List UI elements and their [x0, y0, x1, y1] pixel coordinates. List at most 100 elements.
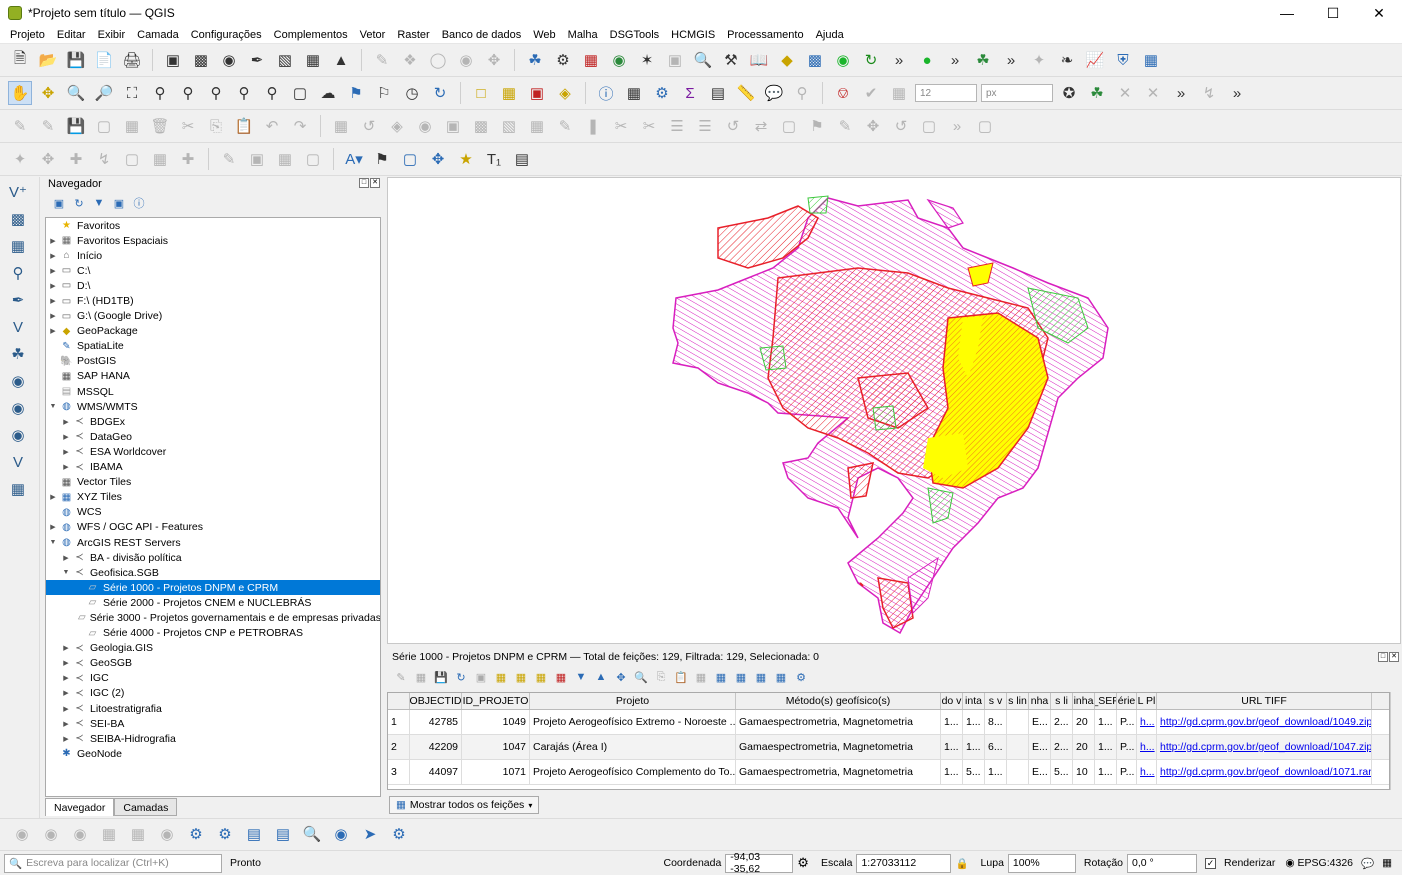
new-3d-view-icon[interactable]: ☁ [316, 81, 340, 105]
column-header[interactable]: s v [985, 693, 1007, 709]
table-cell[interactable]: 8... [985, 710, 1007, 734]
expand-arrow-icon[interactable]: ▼ [62, 569, 70, 576]
digitize-icon[interactable]: ✎ [370, 48, 394, 72]
table-cell[interactable]: 44097 [410, 760, 462, 784]
row-number[interactable]: 2 [388, 735, 410, 759]
browser-item[interactable]: ▱ Série 1000 - Projetos DNPM e CPRM [46, 580, 380, 596]
text-label-icon[interactable]: T₁ [482, 147, 506, 171]
snap-unit-select[interactable]: px [981, 84, 1053, 102]
change-label-icon[interactable]: ▢ [917, 114, 941, 138]
browser-item[interactable]: ▶ ≺ Litoestratigrafia [46, 701, 380, 716]
column-header[interactable]: Projeto [530, 693, 736, 709]
bookmark-icon[interactable]: ⚑ [344, 81, 368, 105]
rotation-field[interactable]: 0,0 ° [1127, 853, 1198, 873]
crs-value[interactable]: EPSG:4326 [1298, 857, 1353, 869]
table-cell[interactable]: 1... [1095, 760, 1117, 784]
menu-complementos[interactable]: Complementos [268, 29, 354, 41]
field-calculator-icon[interactable]: ▦ [733, 669, 749, 685]
column-header[interactable]: L Pl [1137, 693, 1157, 709]
row-number[interactable]: 3 [388, 760, 410, 784]
url-link[interactable]: http://gd.cprm.gov.br/geof_download/1047… [1157, 735, 1372, 759]
column-header[interactable]: URL TIFF [1157, 693, 1372, 709]
table-cell[interactable]: Gamaespectrometria, Magnetometria [736, 760, 941, 784]
snap-area-icon[interactable]: ▦ [273, 147, 297, 171]
table-cell[interactable]: P... [1117, 710, 1137, 734]
zoom-to-selected-icon[interactable]: 🔍 [633, 669, 649, 685]
add-feature-icon[interactable]: ▢ [92, 114, 116, 138]
browser-item[interactable]: ▤ MSSQL [46, 384, 380, 399]
browser-item[interactable]: ▶ ≺ IGC (2) [46, 686, 380, 701]
table-cell[interactable]: 1049 [462, 710, 530, 734]
menu-processamento[interactable]: Processamento [721, 29, 809, 41]
conditional-format-icon[interactable]: ▦ [753, 669, 769, 685]
menu-projeto[interactable]: Projeto [4, 29, 51, 41]
menu-vetor[interactable]: Vetor [354, 29, 392, 41]
browser-item[interactable]: ◍ WCS [46, 505, 380, 520]
show-all-features-button[interactable]: ▦ Mostrar todos os feições ▾ [389, 796, 540, 814]
expand-arrow-icon[interactable]: ▶ [62, 674, 70, 682]
browser-item[interactable]: ▦ Vector Tiles [46, 475, 380, 490]
browser-item[interactable]: ▶ ▭ G:\ (Google Drive) [46, 309, 380, 324]
column-header[interactable]: OBJECTID [410, 693, 462, 709]
add-wcs-layer-icon[interactable]: ◉ [4, 396, 32, 420]
expand-arrow-icon[interactable]: ▶ [62, 720, 70, 728]
column-header[interactable]: érie [1117, 693, 1137, 709]
table-cell[interactable]: E... [1029, 735, 1051, 759]
column-header[interactable]: ID_PROJETO [462, 693, 530, 709]
pin-label-icon[interactable]: ⚑ [370, 147, 394, 171]
python-icon[interactable]: ☘ [523, 48, 547, 72]
processing-icon[interactable]: ⚙ [551, 48, 575, 72]
table-cell[interactable]: P... [1117, 735, 1137, 759]
add-spatialite-layer-icon[interactable]: ✒ [4, 288, 32, 312]
pan-to-selection-icon[interactable]: ✥ [36, 81, 60, 105]
edit-pencil-icon[interactable]: ✎ [8, 114, 32, 138]
messages-icon[interactable]: 💬 [1361, 857, 1374, 870]
browser-item[interactable]: ▶ ≺ SEIBA-Hidrografia [46, 731, 380, 746]
arrow-right-icon[interactable]: ➤ [358, 822, 382, 846]
more-icon-5[interactable]: » [1225, 81, 1249, 105]
zoom-next-icon[interactable]: ⚲ [260, 81, 284, 105]
table-row[interactable]: 3 44097 1071 Projeto Aerogeofísico Compleme… [388, 760, 1389, 785]
new-field-icon[interactable]: ▦ [713, 669, 729, 685]
split-icon[interactable]: ✥ [482, 48, 506, 72]
new-temp-layer-icon[interactable]: ▦ [4, 477, 32, 501]
browser-item[interactable]: 🐘 PostGIS [46, 354, 380, 369]
refresh-browser-icon[interactable]: ↻ [72, 196, 86, 210]
paste-features-icon[interactable]: 📋 [673, 669, 689, 685]
collapse-all-icon[interactable]: ▣ [112, 196, 126, 210]
select-value-icon[interactable]: ▦ [497, 81, 521, 105]
print-layout-icon[interactable]: 🖨 [120, 48, 144, 72]
browser-item[interactable]: ▶ ▭ F:\ (HD1TB) [46, 293, 380, 308]
add-ring-icon[interactable]: ◉ [413, 114, 437, 138]
snap-tolerance-spinbox[interactable]: 12 [915, 84, 977, 102]
actions-icon[interactable]: ⚙ [793, 669, 809, 685]
add-feature-table-icon[interactable]: ▣ [473, 669, 489, 685]
table-cell[interactable]: 42209 [410, 735, 462, 759]
statistics-icon[interactable]: Σ [678, 81, 702, 105]
expand-arrow-icon[interactable]: ▶ [49, 297, 57, 305]
open-table-icon[interactable]: ▦ [622, 81, 646, 105]
offset-curve-icon[interactable]: ❚ [581, 114, 605, 138]
expand-arrow-icon[interactable]: ▶ [62, 463, 70, 471]
add-virtual-icon[interactable]: ▲ [329, 48, 353, 72]
copy-rows-icon[interactable]: ⎘ [653, 669, 669, 685]
add-wms-layer-icon[interactable]: ◉ [4, 369, 32, 393]
browser-item[interactable]: ▶ ◆ GeoPackage [46, 324, 380, 339]
table-cell[interactable]: 6... [985, 735, 1007, 759]
table-cell[interactable]: 1... [941, 735, 963, 759]
label-tool-icon[interactable]: ▢ [777, 114, 801, 138]
snap-polygon-icon[interactable]: ▢ [301, 147, 325, 171]
node-icon[interactable]: ◉ [454, 48, 478, 72]
toggle-editing-icon[interactable]: ✎ [393, 669, 409, 685]
snap-icon[interactable]: ✔ [859, 81, 883, 105]
menu-hcmgis[interactable]: HCMGIS [665, 29, 721, 41]
table-cell[interactable]: h... [1137, 735, 1157, 759]
table-cell[interactable]: 2... [1051, 710, 1073, 734]
browser-item[interactable]: ▶ ◍ WFS / OGC API - Features [46, 520, 380, 535]
browser-item[interactable]: ▱ Série 4000 - Projetos CNP e PETROBRAS [46, 626, 380, 641]
table-cell[interactable]: 1... [941, 710, 963, 734]
browser-item[interactable]: ▶ ≺ DataGeo [46, 429, 380, 444]
column-header[interactable]: inha [1073, 693, 1095, 709]
more-icon[interactable]: » [887, 48, 911, 72]
table-cell[interactable]: 5... [1051, 760, 1073, 784]
